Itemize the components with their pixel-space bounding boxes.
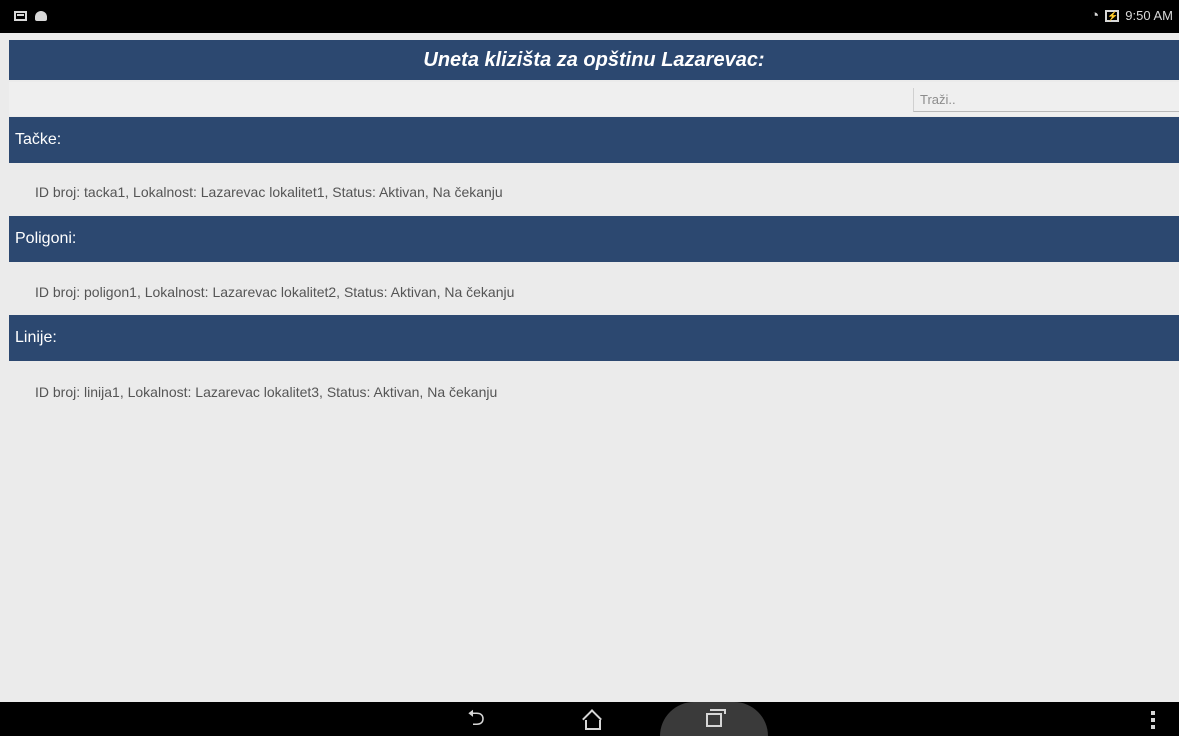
home-icon[interactable] — [572, 708, 612, 732]
wifi-icon: ◔ — [1090, 6, 1100, 24]
section-header-linije: Linije: — [9, 315, 1179, 361]
battery-charging-icon: ⚡ — [1105, 9, 1120, 22]
section-header-tacke: Tačke: — [9, 117, 1179, 163]
notification-icons — [14, 11, 47, 21]
status-bar: ◔ ⚡ 9:50 AM — [0, 0, 1179, 33]
list-item-text: ID broj: linija1, Lokalnost: Lazarevac l… — [35, 384, 498, 400]
navigation-bar: ⮌ — [0, 702, 1179, 736]
search-row — [9, 82, 1179, 116]
message-icon — [14, 11, 27, 21]
overflow-menu-icon[interactable] — [1151, 711, 1155, 729]
recent-apps-icon[interactable] — [694, 708, 734, 732]
list-item-poligon1[interactable]: ID broj: poligon1, Lokalnost: Lazarevac … — [9, 266, 1179, 318]
section-title: Tačke: — [15, 131, 62, 148]
back-icon[interactable]: ⮌ — [456, 705, 496, 732]
section-title: Linije: — [15, 329, 57, 346]
title-bar: Uneta klizišta za opštinu Lazarevac: — [9, 40, 1179, 80]
list-item-text: ID broj: poligon1, Lokalnost: Lazarevac … — [35, 284, 515, 300]
status-time: 9:50 AM — [1125, 8, 1173, 23]
status-right: ◔ ⚡ 9:50 AM — [1090, 6, 1173, 24]
android-icon — [35, 11, 47, 21]
section-header-poligoni: Poligoni: — [9, 216, 1179, 262]
list-item-tacka1[interactable]: ID broj: tacka1, Lokalnost: Lazarevac lo… — [9, 166, 1179, 218]
list-item-linija1[interactable]: ID broj: linija1, Lokalnost: Lazarevac l… — [9, 366, 1179, 418]
section-title: Poligoni: — [15, 230, 77, 247]
list-item-text: ID broj: tacka1, Lokalnost: Lazarevac lo… — [35, 184, 503, 200]
page-title: Uneta klizišta za opštinu Lazarevac: — [423, 48, 765, 71]
search-input[interactable] — [913, 88, 1179, 112]
app-screen: ◔ ⚡ 9:50 AM Uneta klizišta za opštinu La… — [0, 0, 1179, 736]
